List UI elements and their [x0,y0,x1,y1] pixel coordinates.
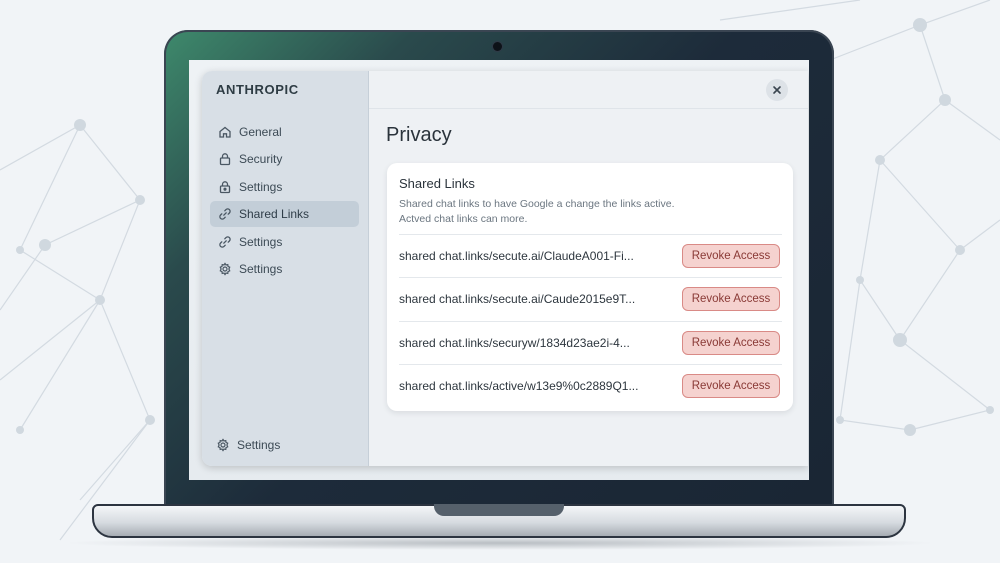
description-line: Shared chat links to have Google a chang… [399,198,675,210]
settings-window: ANTHROPIC General Security Settings Shar… [202,71,808,466]
lock-icon [218,180,232,194]
link-icon [218,235,232,249]
close-icon [773,86,781,94]
laptop-lid: ANTHROPIC General Security Settings Shar… [164,30,834,508]
sidebar-item-label: Security [239,152,283,166]
laptop-shadow [60,536,940,550]
shared-link-row: shared chat.links/active/w13e9%0c2889Q1.… [399,364,782,407]
revoke-access-button[interactable]: Revoke Access [682,287,780,311]
sidebar-item-label: Shared Links [239,207,310,221]
sidebar-item-label: Settings [239,235,283,249]
sidebar: ANTHROPIC General Security Settings Shar… [202,71,369,466]
shared-link-url: shared chat.links/securyw/1834d23ae2i-4.… [399,336,630,350]
webcam-icon [493,42,502,51]
shared-link-row: shared chat.links/secute.ai/Caude2015e9T… [399,277,782,320]
shared-link-url: shared chat.links/secute.ai/Caude2015e9T… [399,292,636,306]
sidebar-item-security[interactable]: Security [210,146,359,172]
laptop-base [92,504,906,538]
shared-links-card: Shared Links Shared chat links to have G… [387,163,793,411]
brand-logo: ANTHROPIC [216,82,299,97]
shared-link-url: shared chat.links/active/w13e9%0c2889Q1.… [399,379,639,393]
description-line: Actved chat links can more. [399,213,528,225]
gear-icon [218,262,232,276]
link-icon [218,207,232,221]
sidebar-item-label: Settings [239,262,283,276]
sidebar-item-shared-links[interactable]: Shared Links [210,201,359,227]
shared-link-url: shared chat.links/secute.ai/ClaudeA001-F… [399,249,634,263]
sidebar-item-settings[interactable]: Settings [210,229,359,255]
sidebar-footer-settings[interactable]: Settings [208,432,280,458]
shared-link-row: shared chat.links/secute.ai/ClaudeA001-F… [399,234,782,277]
sidebar-item-settings[interactable]: Settings [210,256,359,282]
laptop-base-notch [434,504,564,516]
sidebar-item-general[interactable]: General [210,119,359,145]
page-title: Privacy [386,124,452,146]
sidebar-footer-label: Settings [237,438,281,452]
card-description: Shared chat links to have Google a chang… [399,197,779,227]
revoke-access-button[interactable]: Revoke Access [682,244,780,268]
revoke-access-button[interactable]: Revoke Access [682,331,780,355]
home-icon [218,125,232,139]
gear-icon [216,438,230,452]
close-button[interactable] [766,79,788,101]
shared-link-row: shared chat.links/securyw/1834d23ae2i-4.… [399,321,782,364]
lock-icon [218,152,232,166]
sidebar-item-label: Settings [239,180,283,194]
sidebar-item-settings[interactable]: Settings [210,174,359,200]
revoke-access-button[interactable]: Revoke Access [682,374,780,398]
laptop-screen: ANTHROPIC General Security Settings Shar… [189,60,809,480]
card-title: Shared Links [399,176,475,191]
header-divider [369,108,808,109]
main-panel: Privacy Shared Links Shared chat links t… [369,71,808,466]
sidebar-item-label: General [239,125,282,139]
